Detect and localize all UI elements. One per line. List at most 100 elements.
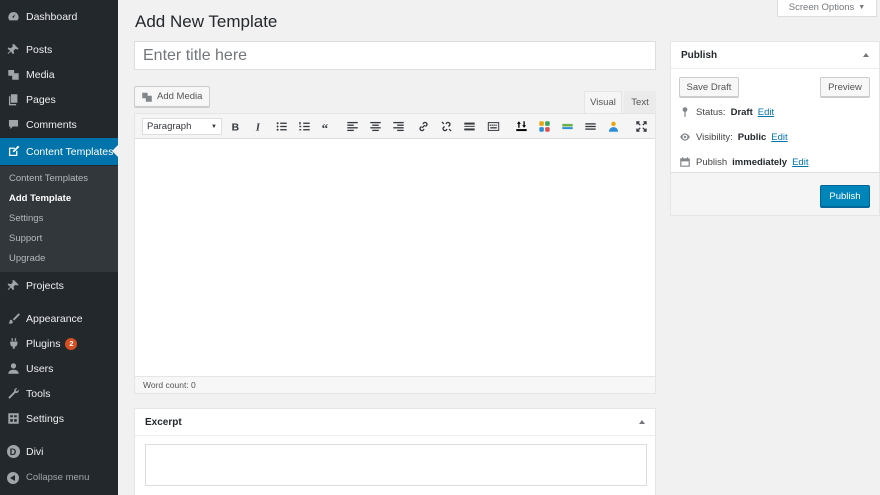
submenu-item-content-templates[interactable]: Content Templates [9, 173, 88, 184]
edit-visibility-link[interactable]: Edit [771, 132, 787, 143]
format-select[interactable]: Paragraph ▼ [142, 118, 222, 135]
pin-icon [0, 279, 26, 292]
brush-icon [0, 312, 26, 325]
plugin-icon [0, 337, 26, 350]
editor-toolbar: Paragraph ▼ B I “ [135, 114, 655, 139]
fullscreen-button[interactable] [632, 117, 651, 136]
bullet-list-button[interactable] [272, 117, 291, 136]
align-right-icon [393, 121, 404, 132]
edit-status-link[interactable]: Edit [758, 107, 774, 118]
word-count: Word count: 0 [143, 380, 196, 390]
publish-time-label: Publish [696, 156, 728, 168]
excerpt-box: Excerpt [134, 408, 656, 495]
collapse-arrow-icon[interactable] [863, 53, 869, 57]
editor-content-area[interactable] [135, 140, 655, 376]
page-title: Add New Template [135, 12, 278, 31]
svg-text:B: B [232, 122, 240, 133]
editor-status-bar: Word count: 0 [135, 376, 655, 393]
text-lines-icon [585, 123, 596, 130]
sidebar-item-content-templates[interactable]: Content Templates [0, 138, 118, 165]
submenu-item-add-template[interactable]: Add Template [9, 193, 71, 204]
align-left-button[interactable] [343, 117, 362, 136]
italic-button[interactable]: I [249, 117, 268, 136]
add-media-button[interactable]: Add Media [134, 86, 210, 107]
sidebar-item-label: Divi [26, 445, 44, 458]
sidebar-item-media[interactable]: Media [0, 62, 118, 87]
excerpt-header[interactable]: Excerpt [135, 409, 655, 436]
pin-icon [0, 43, 26, 56]
sidebar-item-dashboard[interactable]: Dashboard [0, 4, 118, 29]
publish-box: Publish Save Draft Preview Status: Draft… [670, 41, 880, 216]
status-value: Draft [730, 106, 753, 118]
svg-text:“: “ [322, 120, 329, 133]
svg-text:I: I [255, 122, 261, 133]
insert-more-button[interactable] [460, 117, 479, 136]
excerpt-textarea[interactable] [145, 444, 647, 486]
align-center-button[interactable] [366, 117, 385, 136]
settings-icon [0, 412, 26, 425]
collapse-arrow-icon[interactable] [639, 420, 645, 424]
sidebar-item-divi[interactable]: D Divi [0, 439, 118, 464]
sidebar-item-comments[interactable]: Comments [0, 112, 118, 137]
person-button[interactable] [604, 117, 623, 136]
sidebar-item-label: Settings [26, 412, 64, 425]
pin-icon [682, 107, 688, 117]
sidebar-item-projects[interactable]: Projects [0, 273, 118, 298]
text-lines-button[interactable] [581, 117, 600, 136]
italic-icon: I [255, 122, 261, 133]
sidebar-item-label: Content Templates [26, 145, 114, 158]
blockquote-button[interactable]: “ [318, 117, 337, 136]
screen-options-toggle[interactable]: Screen Options ▼ [777, 0, 877, 17]
content-editor: Paragraph ▼ B I “ Word count: 0 [134, 113, 656, 394]
submenu-item-upgrade[interactable]: Upgrade [9, 253, 45, 264]
sidebar-item-label: Pages [26, 93, 56, 106]
plugin-update-count-badge: 2 [65, 337, 78, 350]
preview-button[interactable]: Preview [820, 77, 870, 97]
wrench-icon [0, 387, 26, 400]
sidebar-item-label: Collapse menu [26, 472, 90, 483]
publish-header[interactable]: Publish [671, 42, 879, 69]
tab-visual[interactable]: Visual [584, 91, 622, 113]
caret-down-icon: ▼ [211, 123, 217, 130]
sidebar-item-label: Projects [26, 279, 64, 292]
bold-button[interactable]: B [226, 117, 245, 136]
sidebar-item-label: Comments [26, 118, 77, 131]
bold-icon: B [232, 122, 240, 133]
divi-logo-icon: D [0, 445, 26, 458]
toolbar-toggle-button[interactable] [484, 117, 503, 136]
sidebar-item-posts[interactable]: Posts [0, 37, 118, 62]
fullscreen-icon [636, 121, 647, 132]
submenu-item-settings[interactable]: Settings [9, 213, 43, 224]
publish-button[interactable]: Publish [820, 185, 870, 207]
visibility-row: Visibility: Public Edit [679, 131, 788, 143]
sidebar-item-label: Tools [26, 387, 51, 400]
blockquote-icon: “ [322, 120, 329, 133]
sidebar-item-label: Media [26, 68, 55, 81]
sidebar-item-tools[interactable]: Tools [0, 381, 118, 406]
layout-grid-icon [539, 121, 550, 132]
insert-link-button[interactable] [414, 117, 433, 136]
unlink-button[interactable] [437, 117, 456, 136]
save-draft-button[interactable]: Save Draft [679, 77, 739, 97]
numbered-list-button[interactable] [295, 117, 314, 136]
sidebar-item-plugins[interactable]: Plugins 2 [0, 331, 118, 356]
excerpt-title: Excerpt [145, 416, 182, 428]
post-title-input[interactable] [134, 41, 656, 70]
admin-sidebar: Dashboard Posts Media Pages Comments Con… [0, 0, 118, 495]
collapse-menu-button[interactable]: Collapse menu [0, 465, 118, 490]
sidebar-item-users[interactable]: Users [0, 356, 118, 381]
sidebar-item-settings[interactable]: Settings [0, 406, 118, 431]
insert-shortcode-button[interactable] [512, 117, 531, 136]
content-templates-submenu: Content Templates Add Template Settings … [0, 166, 118, 272]
submenu-item-support[interactable]: Support [9, 233, 42, 244]
visibility-value: Public [737, 131, 767, 143]
layout-grid-button[interactable] [535, 117, 554, 136]
publish-actions: Publish [671, 172, 879, 215]
tab-text[interactable]: Text [624, 91, 656, 113]
sidebar-item-appearance[interactable]: Appearance [0, 306, 118, 331]
align-right-button[interactable] [389, 117, 408, 136]
divider-button[interactable] [558, 117, 577, 136]
sidebar-item-pages[interactable]: Pages [0, 87, 118, 112]
numbered-list-icon [299, 121, 310, 131]
edit-publish-time-link[interactable]: Edit [792, 157, 808, 168]
